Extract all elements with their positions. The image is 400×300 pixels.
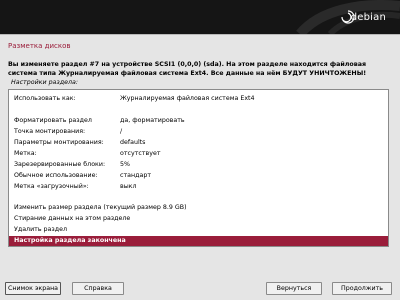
continue-button[interactable]: Продолжить bbox=[332, 282, 392, 295]
list-item-resize[interactable]: Изменить размер раздела (текущий размер … bbox=[9, 203, 388, 213]
list-item-delete[interactable]: Удалить раздел bbox=[9, 225, 388, 235]
header-banner: debian bbox=[0, 0, 400, 34]
list-item[interactable]: Зарезервированные блоки: 5% bbox=[9, 160, 388, 170]
list-caption: Настройки раздела: bbox=[11, 79, 78, 86]
list-item[interactable]: Параметры монтирования: defaults bbox=[9, 138, 388, 148]
list-item-done-selected[interactable]: Настройка раздела закончена bbox=[9, 236, 388, 246]
list-item[interactable]: Метка «загрузочный»: выкл bbox=[9, 182, 388, 192]
list-item[interactable]: Использовать как: Журналируемая файловая… bbox=[9, 94, 388, 104]
partition-settings-list: Использовать как: Журналируемая файловая… bbox=[8, 89, 389, 247]
list-item[interactable]: Метка: отсутствует bbox=[9, 149, 388, 159]
header-divider bbox=[0, 34, 400, 35]
help-button[interactable]: Справка bbox=[72, 282, 124, 295]
page-description: Вы изменяете раздел #7 на устройстве SCS… bbox=[8, 61, 367, 77]
list-item[interactable]: Точка монтирования: / bbox=[9, 127, 388, 137]
page-title: Разметка дисков bbox=[8, 42, 71, 50]
list-item[interactable]: Обычное использование: стандарт bbox=[9, 171, 388, 181]
debian-logo-text: debian bbox=[350, 12, 386, 23]
screenshot-button[interactable]: Снимок экрана bbox=[5, 282, 61, 295]
list-item-erase[interactable]: Стирание данных на этом разделе bbox=[9, 214, 388, 224]
list-item[interactable]: Форматировать раздел да, форматировать bbox=[9, 116, 388, 126]
back-button[interactable]: Вернуться bbox=[266, 282, 322, 295]
